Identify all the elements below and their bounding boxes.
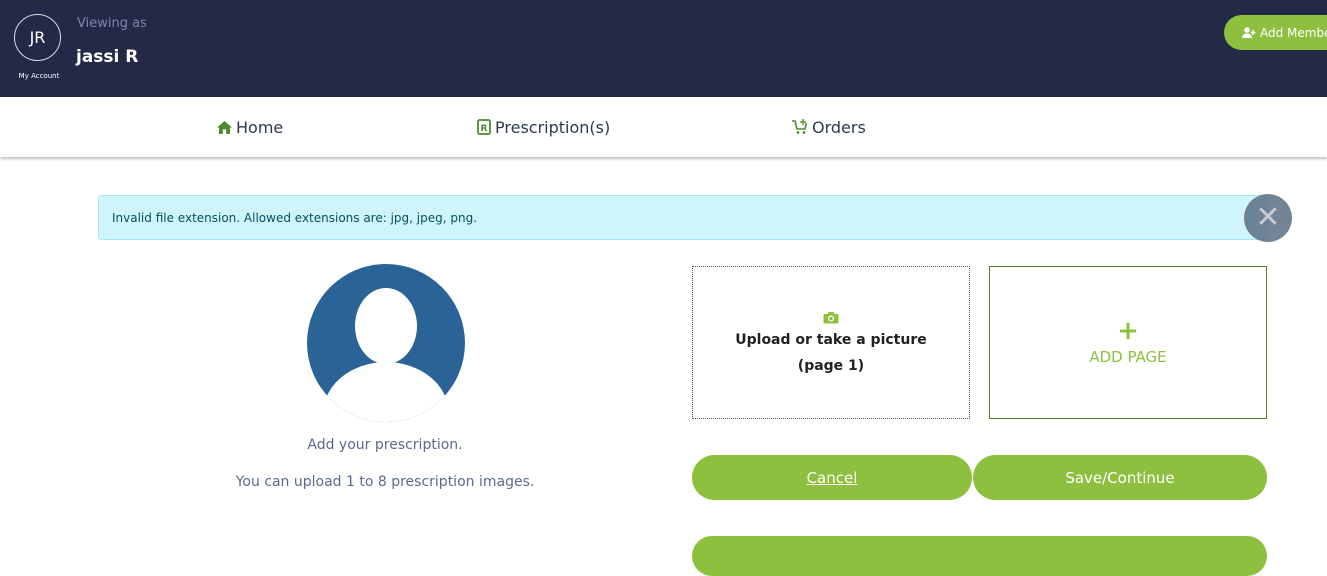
upload-title: Upload or take a picture <box>735 332 927 348</box>
add-member-label: Add Membe <box>1260 25 1327 40</box>
nav-item-home[interactable]: Home <box>217 97 283 157</box>
bottom-action-button[interactable] <box>692 536 1267 576</box>
prescription-icon: R <box>477 119 491 135</box>
nav-item-prescriptions[interactable]: R Prescription(s) <box>477 97 610 157</box>
cancel-button[interactable]: Cancel <box>692 455 972 500</box>
helper-text-limit: You can upload 1 to 8 prescription image… <box>235 474 535 490</box>
nav-label-home: Home <box>236 117 284 137</box>
nav-item-orders[interactable]: Orders <box>792 97 866 157</box>
main-nav: Home R Prescription(s) Orders <box>0 97 1327 157</box>
avatar-initials: JR <box>29 28 46 47</box>
account-avatar[interactable]: JR <box>14 14 61 61</box>
viewing-as-label: Viewing as <box>77 16 147 31</box>
cancel-label: Cancel <box>806 468 858 487</box>
helper-text-add: Add your prescription. <box>307 437 463 453</box>
prescription-placeholder-image <box>307 264 465 422</box>
user-name: jassi R <box>76 47 139 67</box>
camera-icon <box>823 312 839 324</box>
nav-label-orders: Orders <box>812 117 866 137</box>
save-continue-button[interactable]: Save/Continue <box>973 455 1267 500</box>
plus-icon: + <box>1117 315 1139 346</box>
add-member-button[interactable]: Add Membe <box>1224 15 1327 50</box>
error-alert: Invalid file extension. Allowed extensio… <box>98 195 1268 240</box>
top-header: JR My Account Viewing as jassi R Add Mem… <box>0 0 1327 97</box>
add-user-icon <box>1242 26 1256 38</box>
save-label: Save/Continue <box>1065 468 1175 487</box>
add-page-label: ADD PAGE <box>1089 347 1167 366</box>
add-page-box[interactable]: + ADD PAGE <box>989 266 1267 419</box>
upload-page-number: (page 1) <box>797 358 865 374</box>
alert-message: Invalid file extension. Allowed extensio… <box>112 210 478 225</box>
svg-text:R: R <box>481 124 488 134</box>
close-icon[interactable]: ✕ <box>1244 194 1292 242</box>
my-account-label[interactable]: My Account <box>6 72 72 80</box>
home-icon <box>217 120 232 134</box>
nav-label-prescriptions: Prescription(s) <box>495 117 611 137</box>
cart-icon <box>792 119 808 134</box>
upload-picture-box[interactable]: Upload or take a picture (page 1) <box>692 266 970 419</box>
